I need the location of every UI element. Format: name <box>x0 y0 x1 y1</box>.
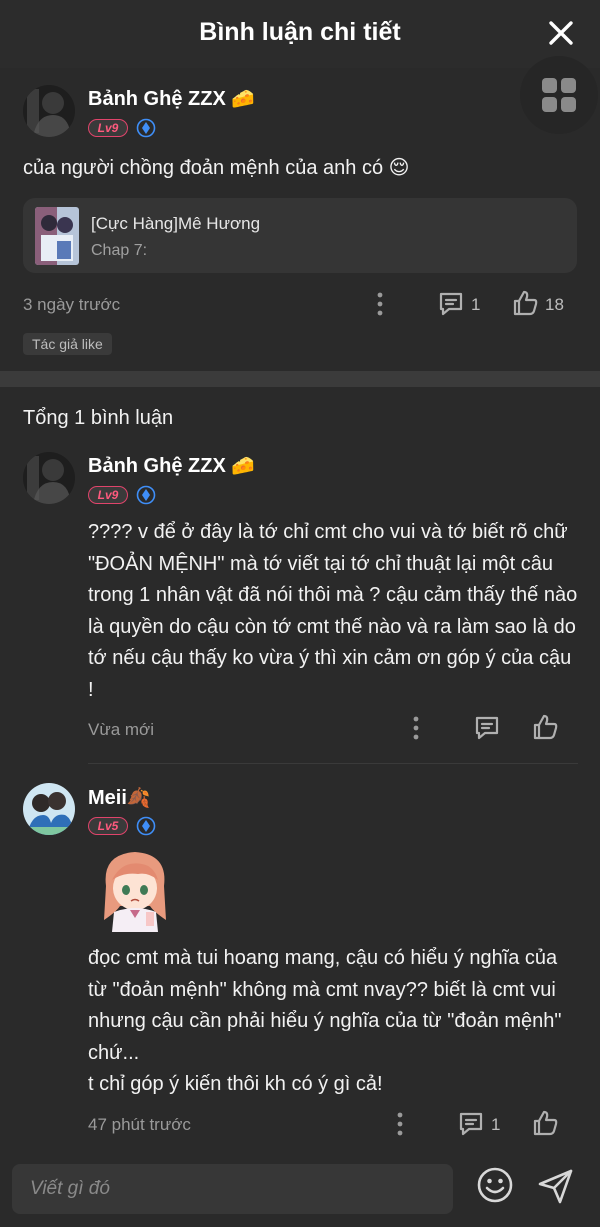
cheese-emoji: 🧀 <box>231 456 256 477</box>
menu-grid-button[interactable] <box>520 56 598 134</box>
reply-count: 1 <box>491 1115 501 1134</box>
page-title: Bình luận chi tiết <box>199 18 401 46</box>
verified-icon <box>136 118 156 138</box>
verified-icon <box>136 816 156 836</box>
chapter-card[interactable]: [Cực Hàng]Mê Hương Chap 7: <box>23 198 577 273</box>
author-like-tag: Tác giả like <box>23 333 112 355</box>
grid-icon <box>542 78 576 112</box>
timestamp: 3 ngày trước <box>23 295 121 314</box>
chapter-thumbnail <box>35 207 79 265</box>
reply-count: 1 <box>471 295 481 314</box>
like-icon[interactable] <box>531 1109 559 1137</box>
more-options-icon[interactable] <box>373 291 387 317</box>
cheese-emoji: 🧀 <box>231 89 256 110</box>
username[interactable]: Bảnh Ghệ ZZX 🧀 <box>88 87 255 111</box>
comment-input[interactable] <box>12 1164 453 1214</box>
composer-bar <box>0 1152 600 1227</box>
verified-icon <box>136 485 156 505</box>
reply-icon[interactable] <box>457 1110 485 1138</box>
avatar[interactable] <box>23 783 75 835</box>
reply-icon[interactable] <box>437 290 465 318</box>
send-icon[interactable] <box>536 1166 576 1206</box>
emoji-icon[interactable] <box>476 1166 514 1204</box>
chapter-title: [Cực Hàng]Mê Hương <box>91 214 261 233</box>
more-options-icon[interactable] <box>409 715 423 741</box>
avatar[interactable] <box>23 452 75 504</box>
like-icon[interactable] <box>531 713 559 741</box>
timestamp: Vừa mới <box>88 720 154 739</box>
level-badge: Lv9 <box>88 119 128 137</box>
level-badge: Lv5 <box>88 817 128 835</box>
avatar[interactable] <box>23 85 75 137</box>
anime-girl-sticker <box>104 852 166 932</box>
level-badge: Lv9 <box>88 486 128 504</box>
leaf-emoji: 🍂 <box>126 788 151 809</box>
reply-text: đọc cmt mà tui hoang mang, cậu có hiểu ý… <box>88 947 562 1095</box>
close-button[interactable] <box>546 18 576 48</box>
username[interactable]: Bảnh Ghệ ZZX 🧀 <box>88 454 255 478</box>
section-divider <box>0 371 600 387</box>
more-options-icon[interactable] <box>393 1111 407 1137</box>
like-icon[interactable] <box>511 289 539 317</box>
reply-text: ???? v để ở đây là tớ chỉ cmt cho vui và… <box>88 521 578 701</box>
username[interactable]: Meii🍂 <box>88 786 151 810</box>
header-bar: Bình luận chi tiết <box>0 0 600 68</box>
timestamp: 47 phút trước <box>88 1115 191 1134</box>
replies-count-heading: Tổng 1 bình luận <box>23 407 174 429</box>
chapter-subtitle: Chap 7: <box>91 242 148 259</box>
reply-separator <box>88 763 578 764</box>
close-icon <box>549 21 573 45</box>
reply-icon[interactable] <box>473 714 501 742</box>
like-count: 18 <box>545 295 564 314</box>
comment-text: của người chồng đoản mệnh của anh có 😌 <box>23 157 410 179</box>
